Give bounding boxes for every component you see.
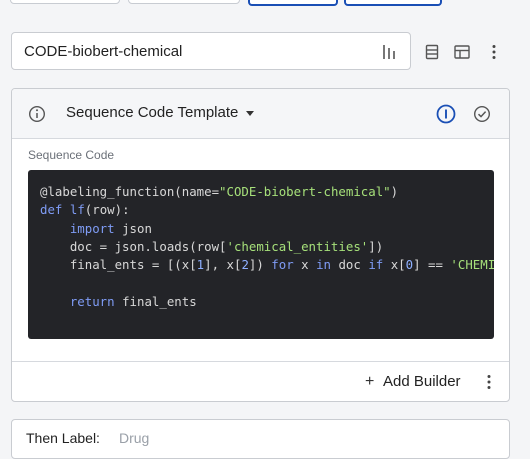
then-label: Then Label:: [26, 430, 100, 446]
code-line: return final_ents: [40, 294, 197, 309]
code-line: final_ents = [(x[1], x[2]) for x in doc …: [40, 257, 494, 272]
document-icon[interactable]: [423, 43, 441, 61]
toolbar-button-4[interactable]: [344, 0, 442, 6]
top-toolbar: [0, 0, 530, 14]
table-icon[interactable]: [453, 43, 471, 61]
code-token: return: [69, 293, 115, 309]
code-token: ] ==: [413, 257, 451, 273]
code-token: x[: [383, 257, 406, 273]
code-token: final_ents: [114, 293, 197, 309]
code-token: ]): [368, 238, 384, 254]
card-header: Sequence Code Template: [12, 89, 509, 139]
code-token: for: [271, 257, 294, 273]
code-token: "CODE-biobert-chemical": [219, 184, 391, 199]
code-token: 0: [405, 257, 414, 273]
code-token: final_ents = [(x[: [40, 257, 197, 273]
code-token: @labeling_function(name=: [40, 184, 220, 199]
code-token: 1: [196, 257, 205, 273]
toolbar-button-3[interactable]: [248, 0, 338, 6]
code-line: doc = json.loads(row['chemical_entities'…: [40, 239, 383, 254]
plus-icon: +: [365, 373, 375, 390]
card-footer: + Add Builder: [12, 361, 509, 401]
more-options-icon[interactable]: [482, 374, 496, 390]
code-token: ): [390, 184, 399, 199]
code-line: @labeling_function(name="CODE-biobert-ch…: [40, 184, 398, 199]
add-builder-button[interactable]: Add Builder: [383, 373, 461, 390]
code-token: doc: [331, 257, 369, 273]
code-token: json: [114, 220, 152, 236]
info-toggle-icon[interactable]: [436, 104, 456, 124]
function-name-field[interactable]: CODE-biobert-chemical: [11, 32, 411, 70]
code-token: lf: [69, 202, 85, 218]
sequence-code-card: Sequence Code Template Sequence Code @la…: [11, 88, 510, 402]
then-label-value[interactable]: Drug: [119, 430, 149, 446]
code-token: in: [316, 257, 331, 273]
function-name-value: CODE-biobert-chemical: [24, 43, 183, 60]
code-editor[interactable]: @labeling_function(name="CODE-biobert-ch…: [28, 170, 494, 339]
code-token: ], x[: [204, 257, 242, 273]
info-icon[interactable]: [28, 105, 46, 123]
code-token: x: [293, 257, 317, 273]
resize-handle-icon[interactable]: [382, 44, 396, 60]
sequence-code-label: Sequence Code: [28, 148, 115, 162]
chevron-down-icon[interactable]: [246, 111, 254, 116]
code-token: (row):: [84, 202, 130, 218]
code-token: import: [69, 220, 115, 236]
code-token: doc = json.loads(row[: [40, 238, 227, 254]
toolbar-button-1[interactable]: [10, 0, 120, 4]
then-label-card: Then Label: Drug: [11, 419, 510, 459]
code-line: def lf(row):: [40, 202, 130, 217]
code-line: import json: [40, 221, 152, 236]
code-token: ]): [248, 257, 272, 273]
template-title[interactable]: Sequence Code Template: [66, 104, 238, 121]
code-token: 'chemical_entities': [226, 238, 369, 254]
check-circle-icon[interactable]: [473, 105, 491, 123]
code-token: 'CHEMICAL': [450, 257, 494, 273]
code-token: def: [40, 202, 63, 218]
code-token: if: [368, 257, 384, 273]
toolbar-button-2[interactable]: [128, 0, 240, 4]
more-options-icon[interactable]: [485, 43, 503, 61]
code-token: 2: [241, 257, 249, 273]
